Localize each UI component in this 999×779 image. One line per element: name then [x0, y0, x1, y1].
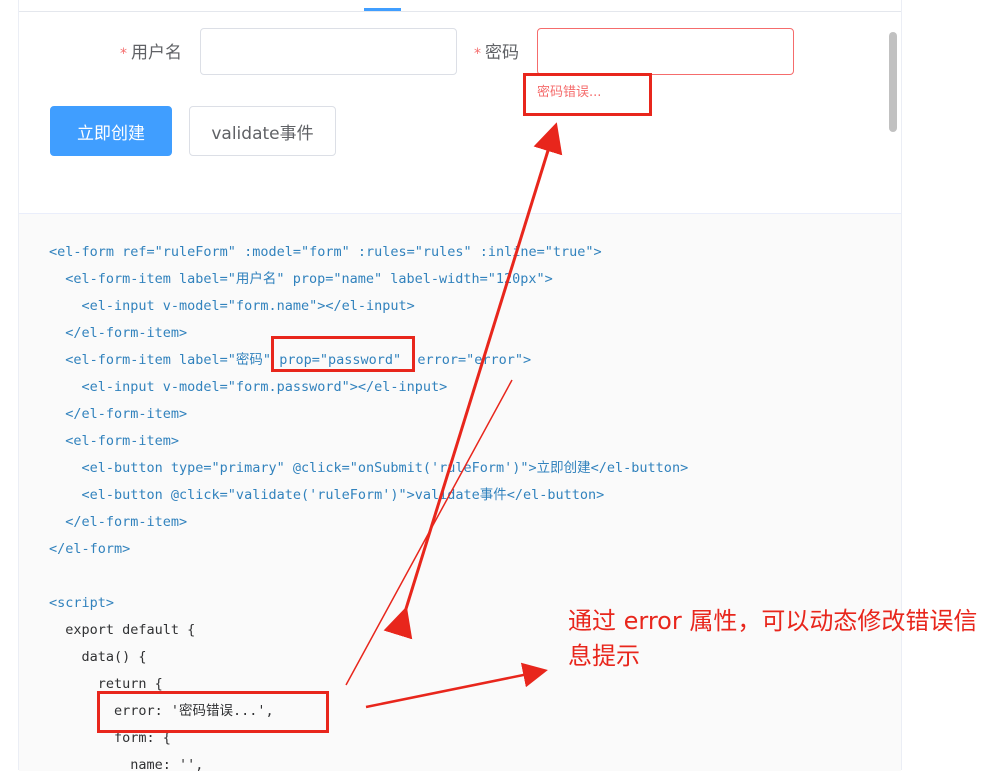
- arrow-line: [383, 122, 563, 640]
- arrow-line: [345, 379, 513, 686]
- arrow-line: [365, 662, 548, 709]
- annotation-note: 通过 error 属性，可以动态修改错误信息提示: [568, 607, 978, 670]
